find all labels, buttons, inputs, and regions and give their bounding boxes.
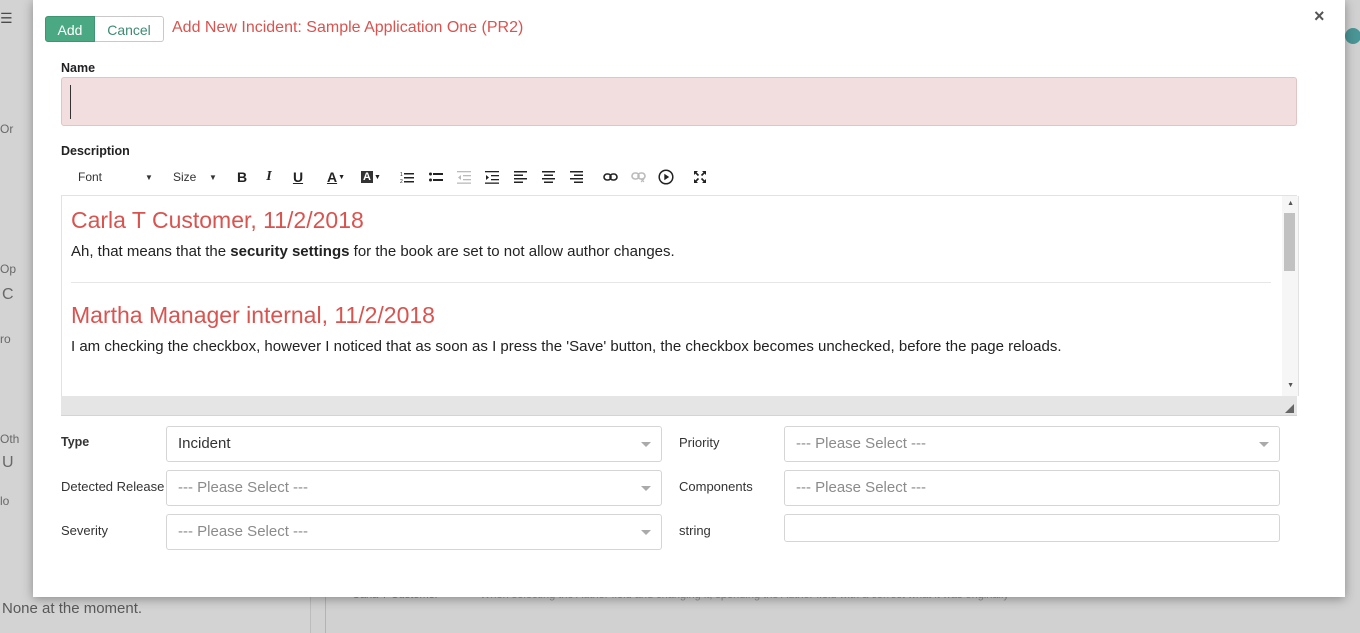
name-input[interactable] bbox=[61, 77, 1297, 126]
underline-icon[interactable]: U bbox=[290, 169, 306, 185]
components-label: Components bbox=[679, 479, 753, 494]
align-right-icon[interactable] bbox=[568, 169, 584, 185]
comment-heading: Martha Manager internal, 11/2/2018 bbox=[71, 302, 435, 328]
dialog-title: Add New Incident: Sample Application One… bbox=[172, 19, 524, 36]
media-embed-icon[interactable] bbox=[658, 169, 674, 185]
comment-text: I am checking the checkbox, however I no… bbox=[71, 338, 1062, 355]
severity-select[interactable]: --- Please Select --- bbox=[166, 514, 662, 550]
increase-indent-icon[interactable] bbox=[484, 169, 500, 185]
detected-release-select[interactable]: --- Please Select --- bbox=[166, 470, 662, 506]
components-select[interactable]: --- Please Select --- bbox=[784, 470, 1280, 506]
description-label: Description bbox=[61, 144, 130, 158]
size-dropdown[interactable]: Size ▼ bbox=[173, 160, 221, 195]
text-color-icon[interactable]: A ▼ bbox=[325, 169, 347, 185]
editor-toolbar: Font ▼ Size ▼ B I U A ▼ A ▼ 12 bbox=[61, 160, 1297, 196]
font-dropdown[interactable]: Font ▼ bbox=[78, 160, 158, 195]
chevron-down-icon bbox=[1259, 442, 1269, 447]
align-left-icon[interactable] bbox=[512, 169, 528, 185]
chevron-down-icon bbox=[641, 530, 651, 535]
scroll-down-icon[interactable]: ▼ bbox=[1287, 382, 1294, 389]
chevron-down-icon bbox=[641, 442, 651, 447]
detected-release-select-value: --- Please Select --- bbox=[178, 479, 309, 496]
string-label: string bbox=[679, 523, 711, 538]
maximize-icon[interactable] bbox=[692, 169, 708, 185]
chevron-down-icon: ▼ bbox=[209, 173, 217, 182]
type-label: Type bbox=[61, 435, 90, 449]
add-button[interactable]: Add bbox=[45, 16, 95, 42]
detected-release-label: Detected Release bbox=[61, 479, 165, 494]
svg-text:1: 1 bbox=[400, 172, 403, 178]
cancel-button[interactable]: Cancel bbox=[95, 16, 164, 42]
align-center-icon[interactable] bbox=[540, 169, 556, 185]
bold-icon[interactable]: B bbox=[234, 169, 250, 185]
text-caret bbox=[70, 85, 71, 119]
close-icon[interactable]: × bbox=[1314, 6, 1325, 27]
name-label: Name bbox=[61, 61, 96, 75]
decrease-indent-icon[interactable] bbox=[456, 169, 472, 185]
type-select[interactable]: Incident bbox=[166, 426, 662, 462]
comment-text-part: for the book are set to not allow author… bbox=[349, 243, 675, 260]
priority-label: Priority bbox=[679, 435, 720, 450]
priority-select[interactable]: --- Please Select --- bbox=[784, 426, 1280, 462]
string-input[interactable] bbox=[784, 514, 1280, 542]
scroll-up-icon[interactable]: ▲ bbox=[1287, 200, 1294, 207]
description-editor[interactable]: Carla T Customer, 11/2/2018 Ah, that mea… bbox=[61, 196, 1299, 396]
editor-status-bar bbox=[61, 396, 1297, 416]
italic-icon[interactable]: I bbox=[261, 169, 277, 185]
background-color-icon[interactable]: A ▼ bbox=[359, 169, 383, 185]
priority-select-value: --- Please Select --- bbox=[796, 435, 927, 452]
components-select-value: --- Please Select --- bbox=[796, 479, 927, 496]
resize-handle-icon[interactable] bbox=[1285, 404, 1294, 413]
comment-text-bold: security settings bbox=[230, 243, 350, 260]
comment-text-part: Ah, that means that the bbox=[71, 243, 231, 260]
type-select-value: Incident bbox=[178, 435, 231, 452]
bulleted-list-icon[interactable] bbox=[428, 169, 444, 185]
svg-text:2: 2 bbox=[400, 179, 403, 184]
link-icon[interactable] bbox=[602, 169, 618, 185]
chevron-down-icon bbox=[641, 486, 651, 491]
severity-select-value: --- Please Select --- bbox=[178, 523, 309, 540]
severity-label: Severity bbox=[61, 523, 108, 538]
unlink-icon[interactable] bbox=[630, 169, 646, 185]
comment-divider bbox=[71, 282, 1271, 283]
comment-heading: Carla T Customer, 11/2/2018 bbox=[71, 207, 364, 233]
comment-text: Ah, that means that the security setting… bbox=[71, 243, 675, 260]
chevron-down-icon: ▼ bbox=[145, 173, 153, 182]
font-dropdown-label: Font bbox=[78, 170, 103, 184]
scrollbar-thumb[interactable] bbox=[1284, 213, 1295, 271]
size-dropdown-label: Size bbox=[173, 170, 197, 184]
editor-scrollbar[interactable]: ▲ ▼ bbox=[1282, 196, 1298, 396]
add-incident-dialog: Add Cancel Add New Incident: Sample Appl… bbox=[33, 0, 1345, 597]
numbered-list-icon[interactable]: 12 bbox=[399, 169, 415, 185]
